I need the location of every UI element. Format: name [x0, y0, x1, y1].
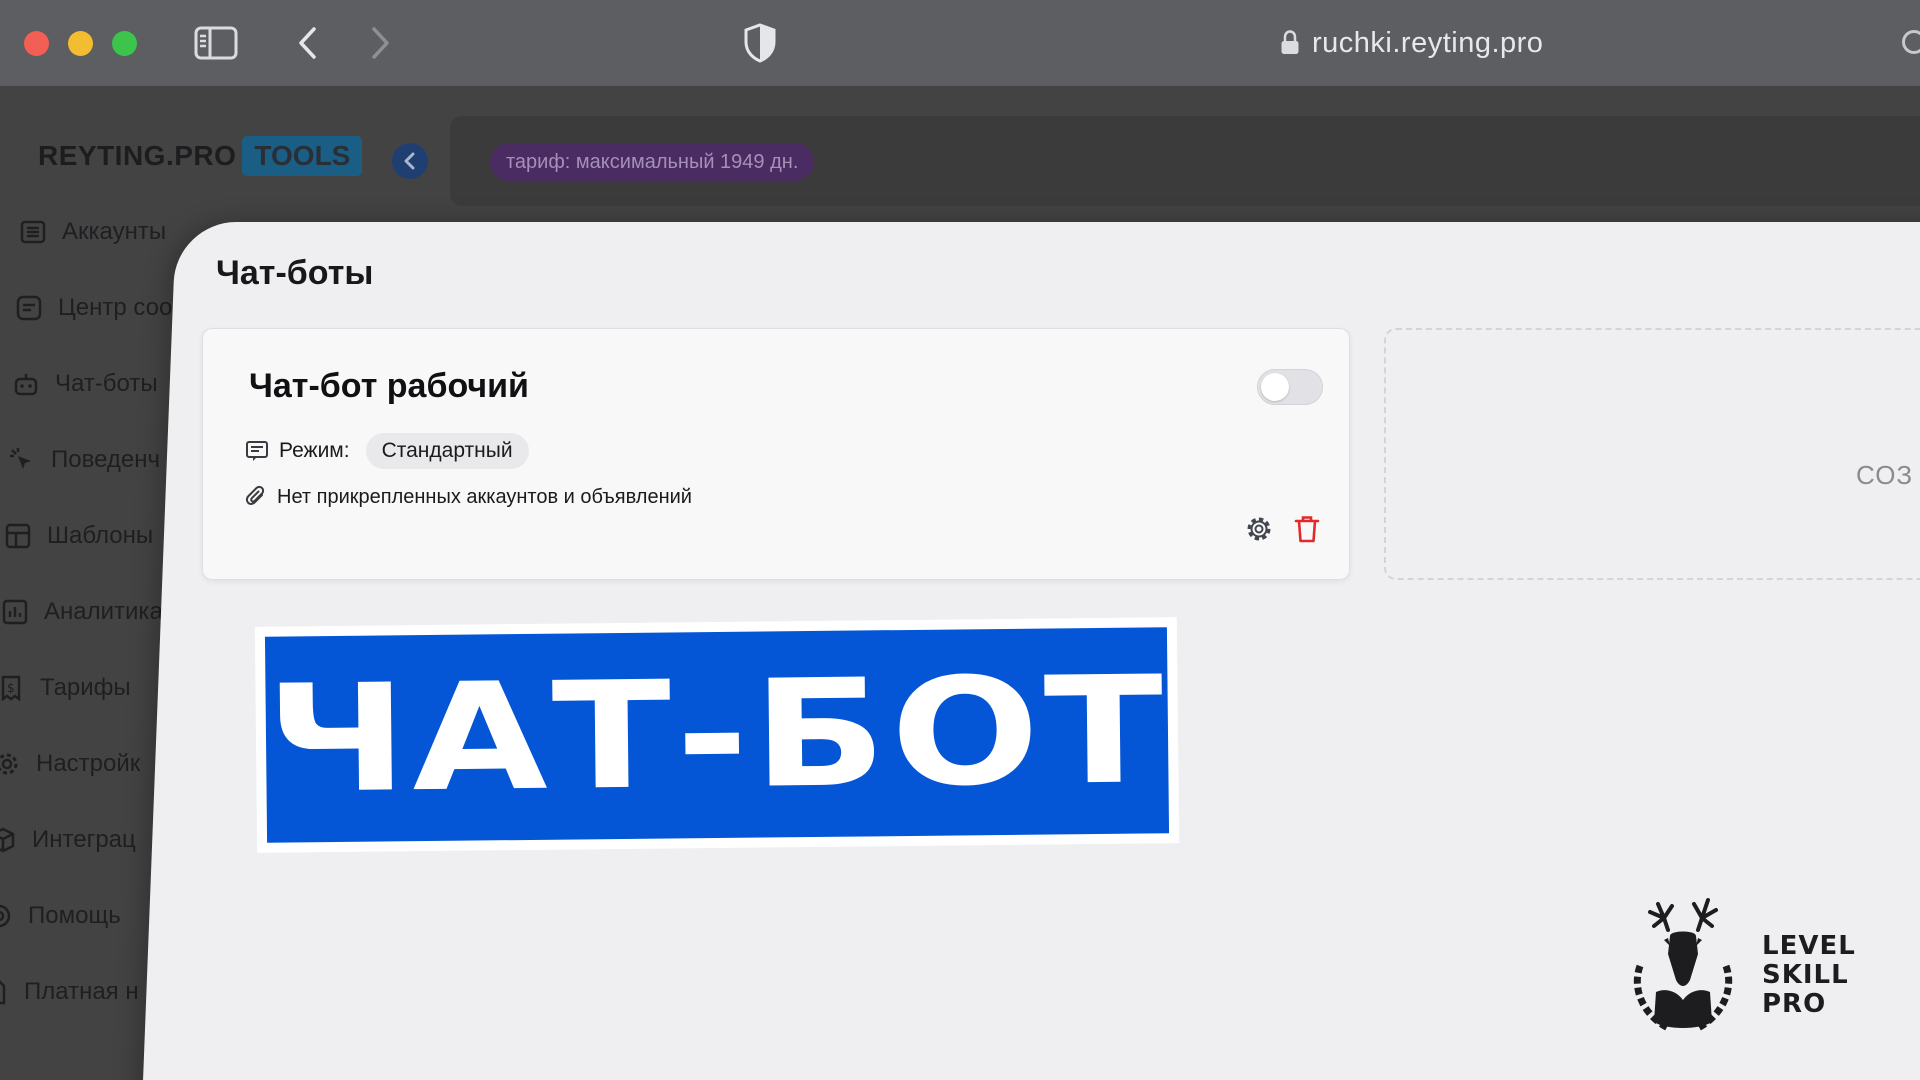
- chatbot-enable-toggle[interactable]: [1257, 369, 1323, 405]
- logo-line-2: SKILL: [1762, 960, 1849, 990]
- mode-value-chip: Стандартный: [365, 433, 529, 469]
- banner-background: ЧАТ-БОТ: [264, 627, 1170, 843]
- page-title: Чат-боты: [216, 254, 374, 292]
- message-square-icon: [246, 441, 268, 461]
- create-card-label: СОЗ: [1856, 460, 1914, 490]
- banner-text: ЧАТ-БОТ: [265, 644, 1169, 826]
- card-actions: [1243, 513, 1323, 545]
- mode-label: Режим:: [279, 439, 350, 462]
- deer-emblem-icon: [1633, 898, 1733, 1032]
- chatbot-card[interactable]: Чат-бот рабочий Режим: Стандартный Нет п…: [202, 328, 1350, 580]
- level-skill-pro-logo: LEVEL SKILL PRO: [1620, 896, 1860, 1036]
- settings-button[interactable]: [1243, 513, 1275, 545]
- mode-row: Режим: Стандартный: [245, 433, 529, 469]
- title-banner: ЧАТ-БОТ: [254, 617, 1180, 853]
- logo-text: LEVEL SKILL PRO: [1762, 932, 1856, 1019]
- chatbot-title: Чат-бот рабочий: [249, 367, 529, 405]
- create-chatbot-card[interactable]: СОЗ: [1384, 328, 1920, 580]
- logo-line-3: PRO: [1762, 989, 1827, 1019]
- attachments-row: Нет прикрепленных аккаунтов и объявлений: [245, 485, 692, 509]
- attachments-text: Нет прикрепленных аккаунтов и объявлений: [277, 485, 692, 508]
- toggle-knob: [1261, 373, 1289, 401]
- logo-line-1: LEVEL: [1762, 931, 1856, 961]
- paperclip-icon: [245, 485, 265, 505]
- gear-icon: [1247, 517, 1271, 541]
- panel-content: Чат-боты Чат-бот рабочий Режим: Стандарт…: [0, 0, 1920, 1080]
- trash-icon: [1294, 516, 1320, 543]
- delete-button[interactable]: [1291, 513, 1323, 545]
